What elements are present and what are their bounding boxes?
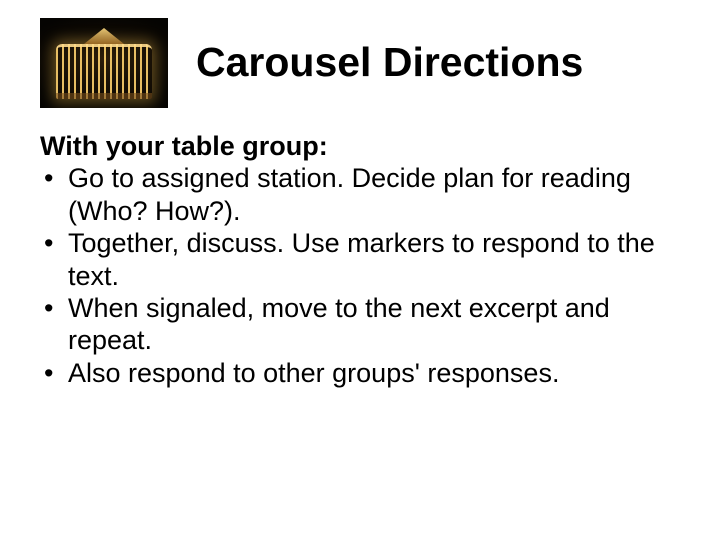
list-item: Go to assigned station. Decide plan for … (40, 162, 680, 227)
page-title: Carousel Directions (196, 41, 583, 84)
list-item: Also respond to other groups' responses. (40, 357, 680, 389)
list-item: When signaled, move to the next excerpt … (40, 292, 680, 357)
header-row: Carousel Directions (40, 18, 680, 108)
intro-text: With your table group: (40, 130, 680, 162)
content-block: With your table group: Go to assigned st… (40, 130, 680, 389)
slide: Carousel Directions With your table grou… (0, 0, 720, 540)
list-item: Together, discuss. Use markers to respon… (40, 227, 680, 292)
bullet-list: Go to assigned station. Decide plan for … (40, 162, 680, 389)
carousel-photo (40, 18, 168, 108)
